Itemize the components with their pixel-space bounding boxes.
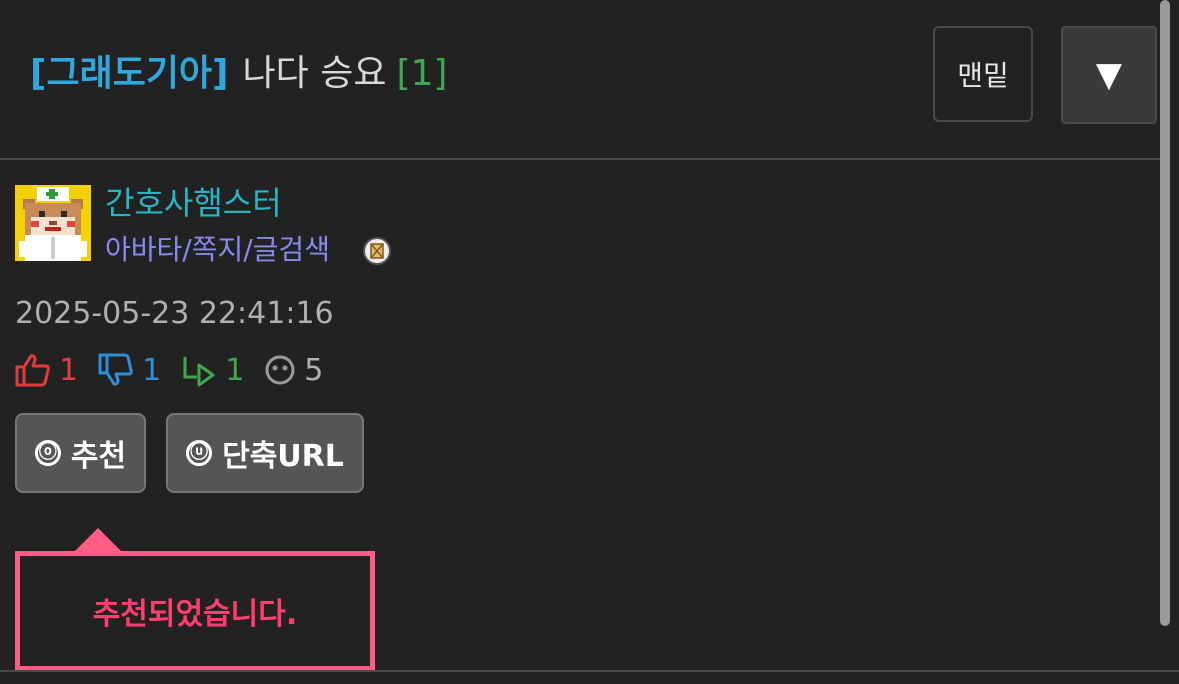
post-title: [그래도기아] 나다 승요 [1] [30, 48, 447, 100]
header-divider [0, 158, 1160, 160]
recommend-icon: ⓞ [34, 440, 61, 466]
view-count: 5 [304, 352, 324, 388]
nurse-hamster-avatar[interactable] [15, 185, 91, 261]
upvote-stat: 1 [15, 353, 78, 388]
post-subject: 나다 승요 [242, 53, 387, 94]
triangle-down-icon: ▼ [1095, 55, 1123, 95]
notice-message: 추천되었습니다. [92, 597, 298, 632]
post-stats: 1 1 1 5 [15, 350, 343, 390]
recommend-label: 추천 [70, 439, 127, 474]
scrollbar[interactable] [1160, 0, 1170, 626]
author-links[interactable]: 아바타/쪽지/글검색 [105, 228, 330, 268]
face-icon [265, 355, 295, 385]
short-url-label: 단축URL [222, 439, 344, 474]
thumbs-up-icon [15, 354, 50, 387]
post-category[interactable]: [그래도기아] [30, 53, 229, 94]
bottom-divider [0, 670, 1179, 672]
short-url-icon: ⓤ [186, 440, 213, 466]
notice-pointer [73, 528, 123, 553]
menu-dropdown-button[interactable]: ▼ [1061, 26, 1157, 124]
author-name[interactable]: 간호사햄스터 [105, 178, 282, 224]
upvote-count: 1 [59, 352, 79, 388]
downvote-count: 1 [142, 352, 162, 388]
thumbs-down-icon [98, 353, 133, 386]
comment-count[interactable]: [1] [396, 53, 447, 94]
reply-arrow-icon [183, 357, 215, 387]
recommend-notice: 추천되었습니다. [15, 551, 375, 671]
memo-icon[interactable] [362, 236, 392, 266]
post-datetime: 2025-05-23 22:41:16 [15, 296, 334, 331]
short-url-button[interactable]: ⓤ 단축URL [166, 413, 364, 493]
downvote-stat: 1 [98, 353, 161, 388]
post-header: [그래도기아] 나다 승요 [1] 맨밑 ▼ [0, 0, 1160, 158]
reply-count: 1 [225, 352, 245, 388]
post-view: [그래도기아] 나다 승요[1] 맨밑 ▼ 간호사햄스터 아바타/쪽지/글검색 [0, 0, 1179, 684]
reply-stat: 1 [181, 353, 244, 388]
recommend-button[interactable]: ⓞ 추천 [15, 413, 146, 493]
scroll-bottom-button[interactable]: 맨밑 [933, 26, 1033, 122]
view-stat: 5 [264, 353, 323, 388]
